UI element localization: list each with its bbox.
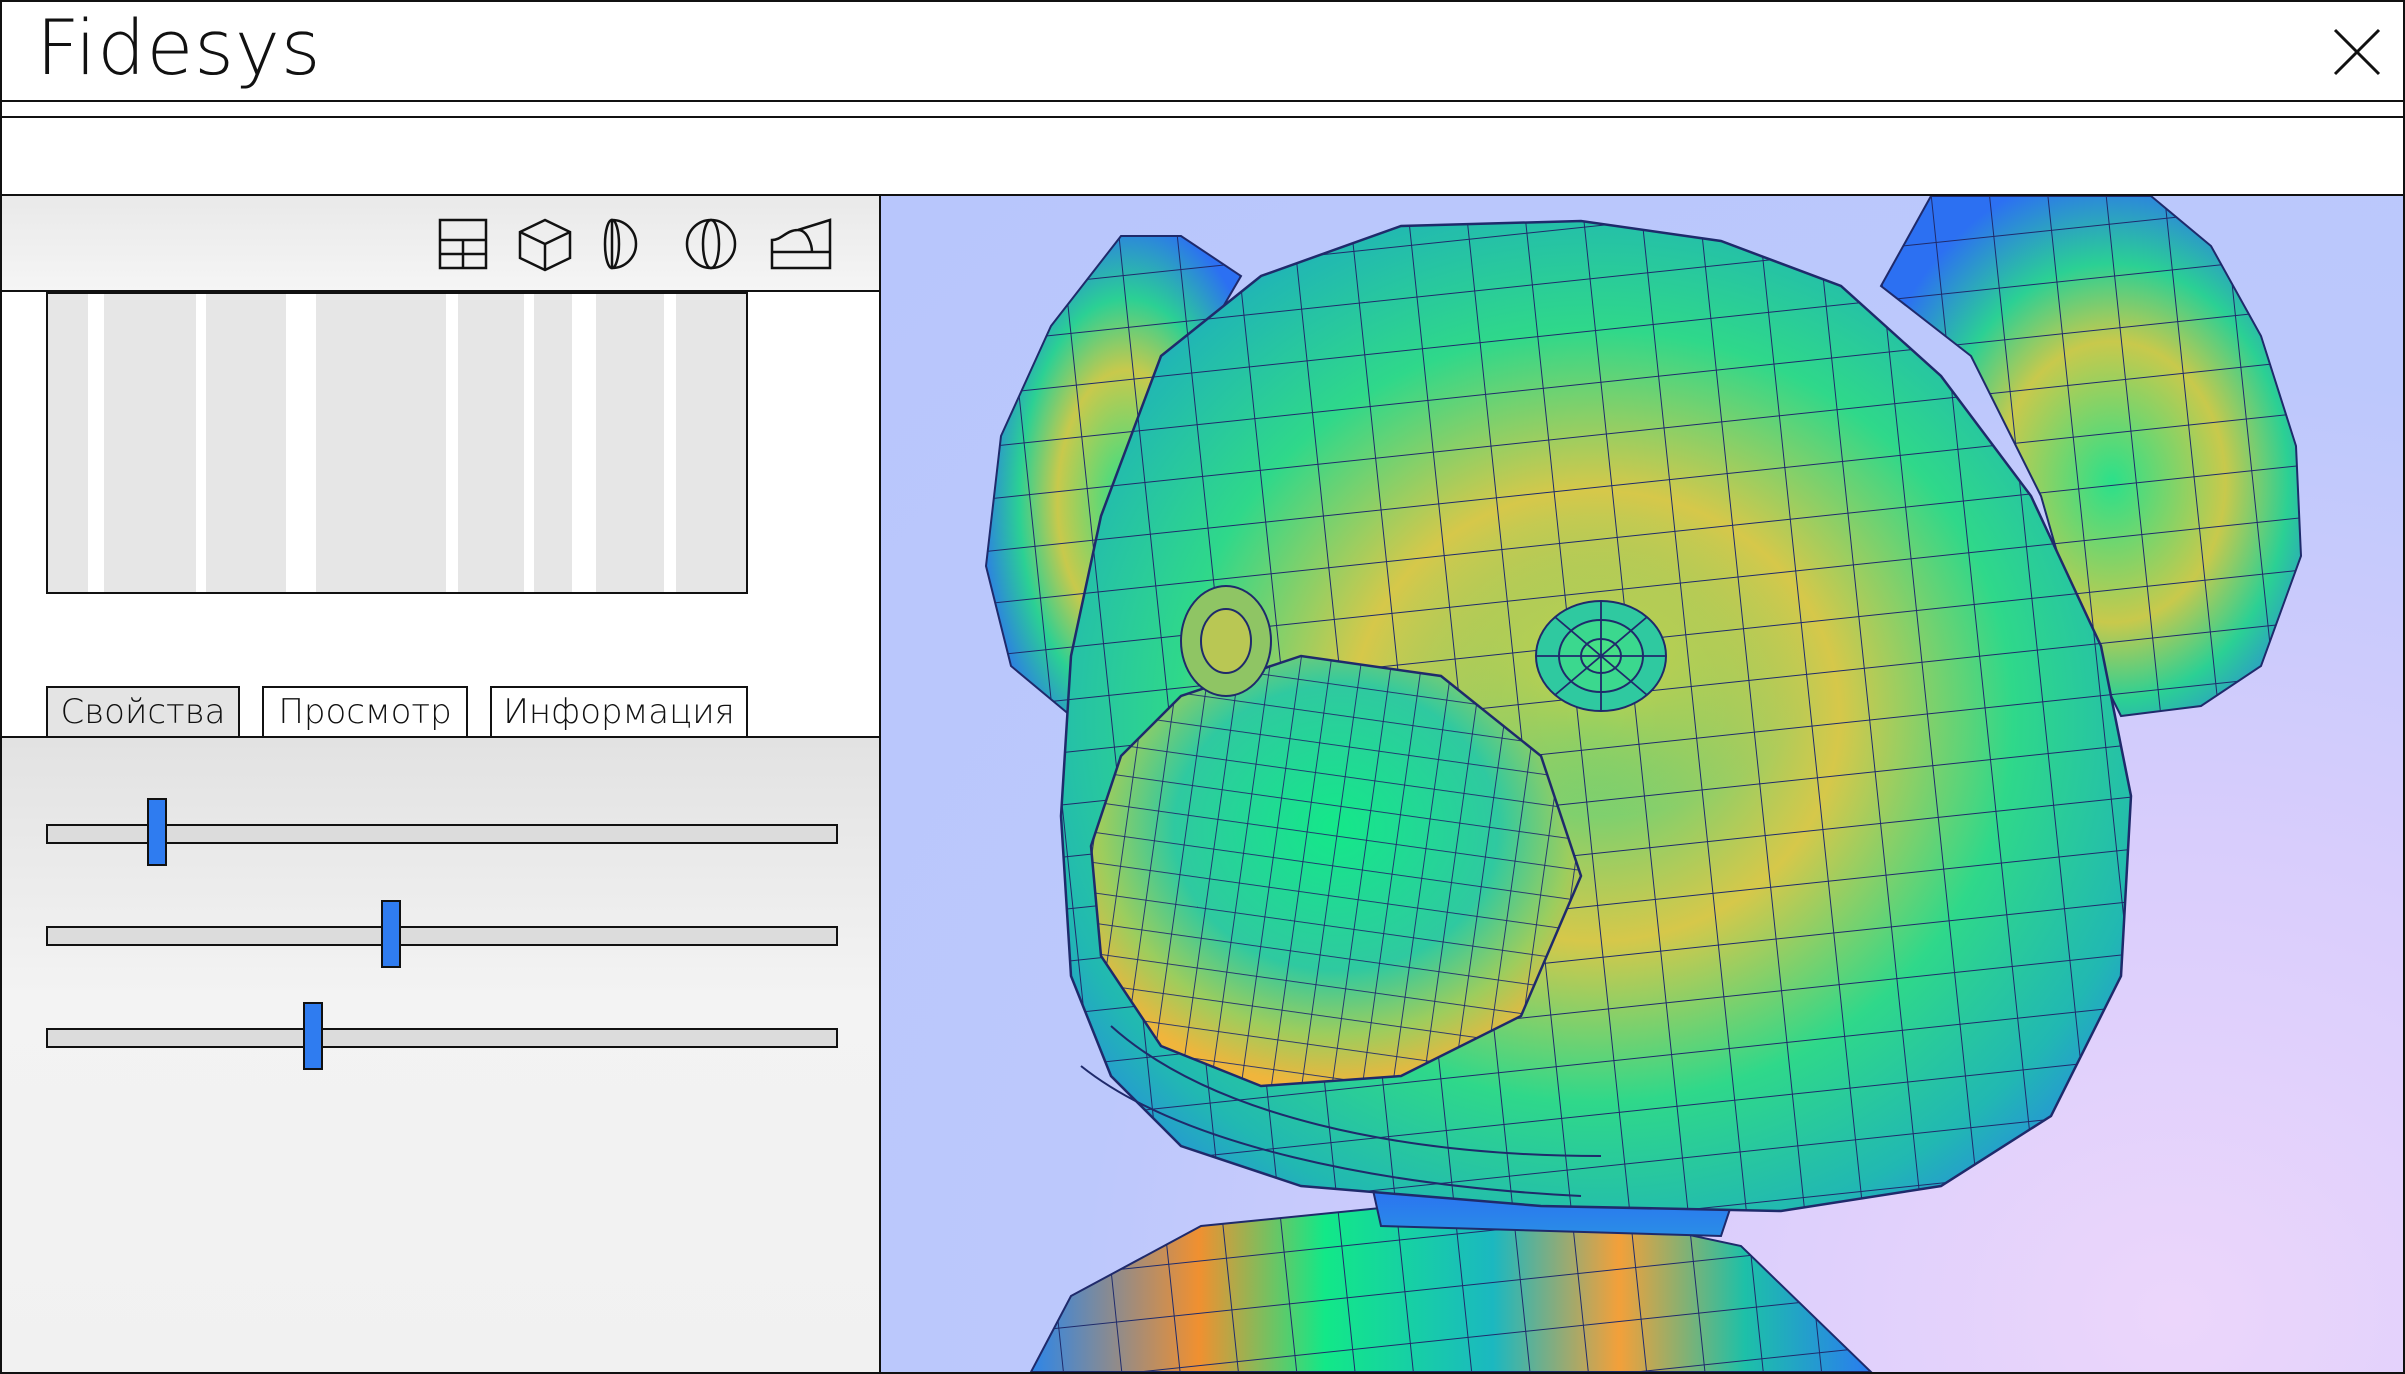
preview-stripe <box>446 294 458 592</box>
preview-stripe <box>524 294 534 592</box>
cube-icon <box>518 218 572 272</box>
menu-bar <box>2 102 2403 118</box>
slider-thumb[interactable] <box>146 798 167 866</box>
slider-track <box>46 1028 838 1048</box>
bear-body <box>1029 1204 1873 1372</box>
tab-info[interactable]: Информация <box>490 686 748 736</box>
layout-grid-button[interactable] <box>432 216 494 272</box>
3d-viewport[interactable] <box>881 196 2403 1372</box>
teddy-bear-mesh <box>984 196 2303 1372</box>
tab-properties[interactable]: Свойства <box>46 686 240 736</box>
preview-stripe <box>196 294 206 592</box>
slider-2[interactable] <box>46 900 838 970</box>
close-icon <box>2333 28 2381 76</box>
slider-track <box>46 926 838 946</box>
layout-grid-icon <box>438 218 488 270</box>
main-toolbar <box>2 118 2403 196</box>
app-title: Fidesys <box>36 3 322 92</box>
preview-stripe <box>572 294 596 592</box>
extrude-profile-button[interactable] <box>768 216 832 272</box>
panel-toolbar <box>2 196 879 292</box>
preview-area <box>46 292 748 594</box>
slider-1[interactable] <box>46 798 838 868</box>
bear-eye <box>1535 600 1667 712</box>
properties-area <box>2 736 879 1372</box>
extrude-profile-icon <box>770 218 832 270</box>
cube-button[interactable] <box>514 216 576 272</box>
slider-3[interactable] <box>46 1002 838 1072</box>
half-sphere-icon <box>603 218 638 270</box>
slider-thumb[interactable] <box>302 1002 323 1070</box>
preview-stripe <box>286 294 316 592</box>
app-window: Fidesys Свойства Просмотр Информация <box>0 0 2405 1374</box>
preview-stripe <box>88 294 104 592</box>
bear-left-eye <box>1180 585 1272 697</box>
close-button[interactable] <box>2329 24 2385 80</box>
left-panel: Свойства Просмотр Информация <box>2 196 881 1372</box>
preview-stripe <box>664 294 676 592</box>
tab-view[interactable]: Просмотр <box>262 686 468 736</box>
sphere-icon <box>685 218 737 270</box>
slider-thumb[interactable] <box>380 900 401 968</box>
title-bar: Fidesys <box>2 2 2403 102</box>
sphere-button[interactable] <box>680 216 742 272</box>
half-sphere-button[interactable] <box>596 216 658 272</box>
